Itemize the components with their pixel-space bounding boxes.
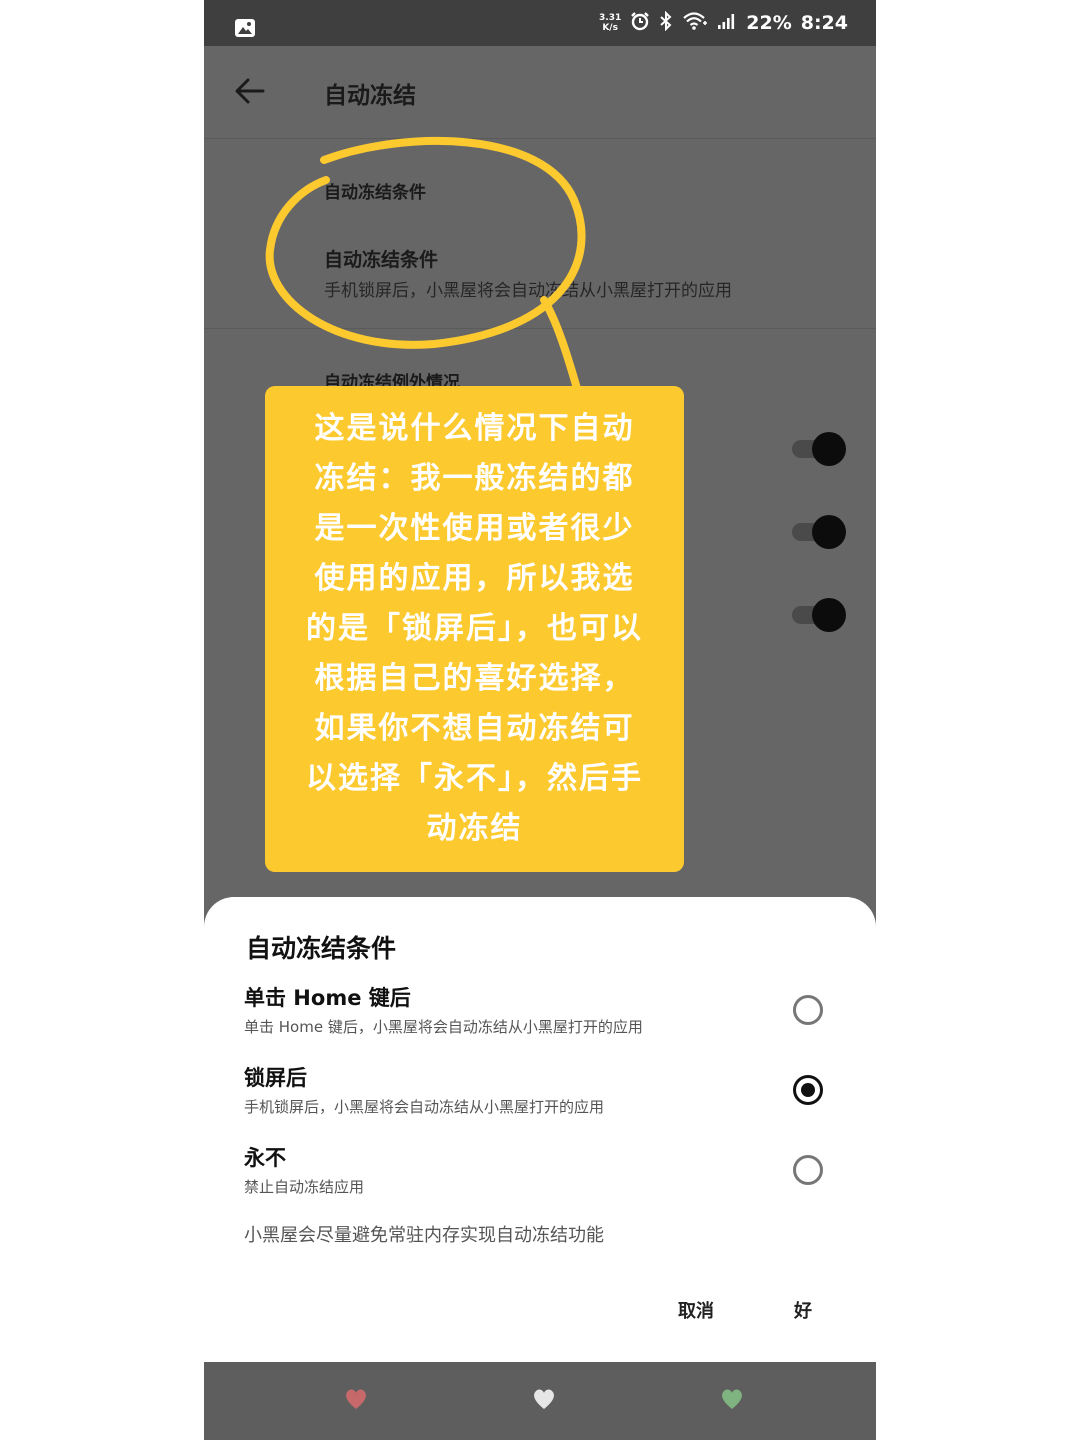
option-summary: 手机锁屏后，小黑屋将会自动冻结从小黑屋打开的应用 bbox=[244, 1098, 605, 1116]
option-title: 锁屏后 bbox=[244, 1066, 307, 1090]
radio-button[interactable] bbox=[793, 995, 823, 1025]
heart-icon-red[interactable] bbox=[344, 1388, 368, 1414]
ok-button[interactable]: 好 bbox=[794, 1297, 812, 1323]
phone-screen: 3.31 K/s 22% 8:24 自动冻结 自动冻结条件 自动冻结条件 手机锁… bbox=[204, 0, 876, 1440]
option-screen-lock[interactable]: 锁屏后 手机锁屏后，小黑屋将会自动冻结从小黑屋打开的应用 bbox=[204, 1062, 876, 1132]
navigation-bar bbox=[204, 1362, 876, 1440]
option-title: 单击 Home 键后 bbox=[244, 986, 411, 1010]
condition-dialog: 自动冻结条件 单击 Home 键后 单击 Home 键后，小黑屋将会自动冻结从小… bbox=[204, 897, 876, 1362]
option-home-key[interactable]: 单击 Home 键后 单击 Home 键后，小黑屋将会自动冻结从小黑屋打开的应用 bbox=[204, 982, 876, 1052]
radio-button-selected[interactable] bbox=[793, 1075, 823, 1105]
option-never[interactable]: 永不 禁止自动冻结应用 bbox=[204, 1142, 876, 1212]
option-summary: 单击 Home 键后，小黑屋将会自动冻结从小黑屋打开的应用 bbox=[244, 1018, 643, 1036]
heart-icon-white[interactable] bbox=[532, 1388, 556, 1414]
option-title: 永不 bbox=[244, 1146, 286, 1170]
radio-button[interactable] bbox=[793, 1155, 823, 1185]
annotation-note: 这是说什么情况下自动 冻结：我一般冻结的都 是一次性使用或者很少 使用的应用，所… bbox=[265, 386, 684, 872]
dialog-title: 自动冻结条件 bbox=[246, 934, 397, 963]
dialog-footer-note: 小黑屋会尽量避免常驻内存实现自动冻结功能 bbox=[244, 1225, 604, 1246]
cancel-button[interactable]: 取消 bbox=[678, 1297, 714, 1323]
heart-icon-green[interactable] bbox=[720, 1388, 744, 1414]
option-summary: 禁止自动冻结应用 bbox=[244, 1178, 365, 1196]
